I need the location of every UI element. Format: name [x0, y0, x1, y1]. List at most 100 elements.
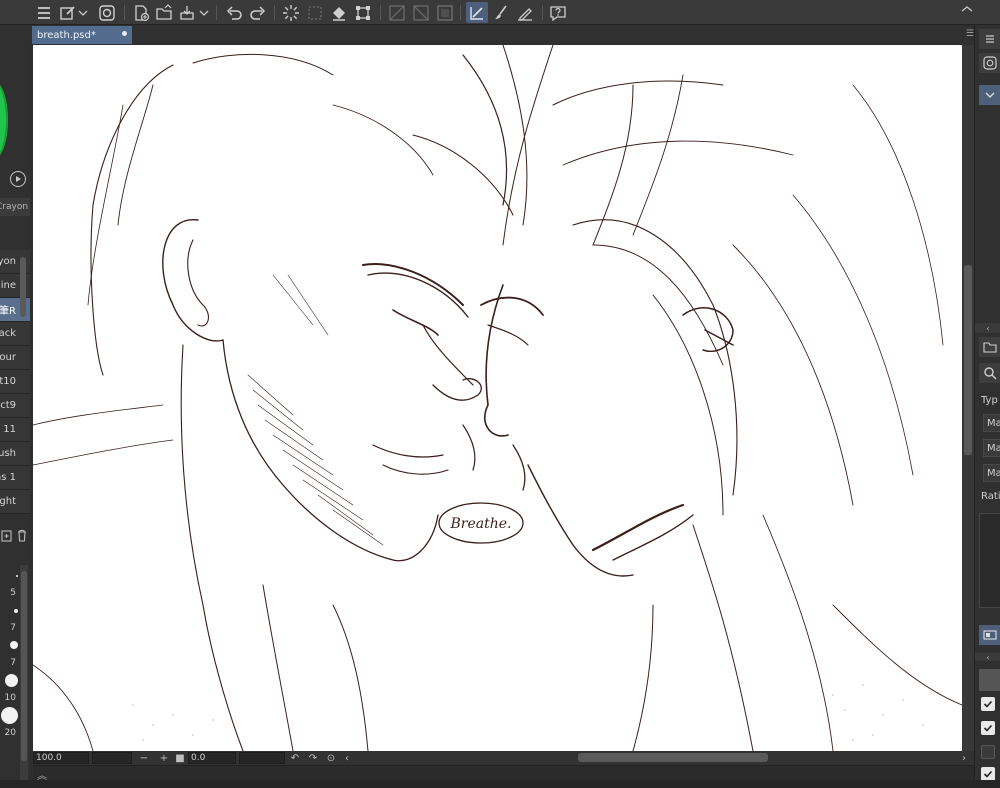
sub-tool-label: 鉛筆R: [0, 306, 16, 317]
help-icon[interactable]: [547, 2, 569, 23]
brush-size-item[interactable]: 7: [0, 600, 20, 635]
collapse-panel-icon[interactable]: ‹: [975, 653, 1000, 662]
tab-menu-icon[interactable]: ☰: [966, 29, 974, 39]
play-icon[interactable]: [10, 171, 26, 187]
collapse-toolbar-icon[interactable]: [960, 2, 974, 23]
checkbox-checked[interactable]: [981, 767, 995, 780]
new-canvas-icon[interactable]: [130, 2, 152, 23]
pen-pressure-icon[interactable]: [466, 2, 488, 23]
collapse-panel-icon[interactable]: ‹: [975, 323, 1000, 333]
sub-tool-item[interactable]: rush: [0, 442, 30, 466]
grid-icon[interactable]: [434, 2, 456, 23]
sub-tool-scrollbar[interactable]: [20, 257, 26, 317]
rotate-right-icon[interactable]: ↷: [307, 752, 319, 764]
checkbox-unchecked[interactable]: [981, 745, 995, 759]
sub-tool-item[interactable]: our: [0, 346, 30, 370]
angle-field[interactable]: 0.0: [188, 752, 236, 764]
right-properties-panel: ‹ Typ Ma Ma Ma Rati ‹: [974, 25, 1000, 780]
sketch-artwork: Breathe.: [33, 45, 962, 751]
app-window: breath.psd* ☰ Breathe. 100.0 − + ■ 0.0 ↶…: [0, 0, 1000, 788]
delete-icon[interactable]: [16, 529, 28, 542]
zoom-out-button[interactable]: −: [138, 752, 150, 764]
type-option-label: Ma: [987, 467, 1000, 479]
checkbox-checked[interactable]: [981, 721, 995, 735]
undo-icon[interactable]: [223, 2, 245, 23]
rotate-left-icon[interactable]: ↶: [289, 752, 301, 764]
window-bottom-edge: [0, 780, 1000, 788]
sub-tool-label: ack: [0, 328, 16, 339]
brush-size-list: 5 7 7 10 20: [0, 565, 20, 740]
color-wheel[interactable]: [0, 80, 8, 160]
copy-sub-tool-icon[interactable]: [1, 529, 13, 542]
checkbox-checked[interactable]: [981, 697, 995, 711]
sub-tool-item[interactable]: ect9: [0, 394, 30, 418]
sub-tool-label: ect9: [0, 400, 16, 411]
brush-size-item[interactable]: 20: [0, 705, 20, 740]
clip-studio-icon[interactable]: [96, 2, 118, 23]
open-icon[interactable]: [153, 2, 175, 23]
loading-icon[interactable]: [280, 2, 302, 23]
zoom-in-button[interactable]: +: [158, 752, 170, 764]
type-option[interactable]: Ma: [983, 464, 1000, 482]
dropdown-icon[interactable]: [77, 2, 89, 23]
close-tab-icon[interactable]: [122, 31, 127, 36]
layer-expand-icon[interactable]: [979, 85, 1000, 105]
new-folder-icon[interactable]: [979, 337, 1000, 357]
sub-tool-actions: [0, 525, 30, 545]
sub-tool-item[interactable]: k 11: [0, 418, 30, 442]
caption-text: Breathe.: [450, 516, 512, 532]
angle-slider[interactable]: [239, 752, 285, 764]
type-option[interactable]: Ma: [983, 414, 1000, 432]
sub-tool-label: our: [0, 352, 16, 363]
layer-thumb[interactable]: [979, 669, 1000, 691]
sub-tool-label: ct10: [0, 376, 16, 387]
sub-tool-item[interactable]: ight: [0, 490, 30, 514]
sub-tool-item[interactable]: ns 1: [0, 466, 30, 490]
plus-label: +: [159, 752, 169, 764]
canvas-horizontal-scrollbar[interactable]: [578, 753, 768, 762]
scroll-right-icon[interactable]: ›: [958, 752, 970, 764]
fit-icon[interactable]: ■: [174, 752, 186, 764]
display-mode-icon[interactable]: [979, 625, 1000, 645]
dropdown-icon[interactable]: [198, 2, 210, 23]
clip-studio-icon[interactable]: [979, 53, 1000, 73]
brush-stabilize-icon[interactable]: [490, 2, 512, 23]
layer-color-icon[interactable]: [57, 2, 79, 23]
brush-size-label: 7: [10, 623, 16, 633]
selection-icon[interactable]: [304, 2, 326, 23]
type-option[interactable]: Ma: [983, 439, 1000, 457]
sub-tool-item[interactable]: ct10: [0, 370, 30, 394]
zoom-slider[interactable]: [92, 752, 132, 764]
snap-special-icon[interactable]: [410, 2, 432, 23]
preview-box: [979, 513, 1000, 608]
brush-size-label: 5: [10, 588, 16, 598]
panel-menu-icon[interactable]: [979, 29, 1000, 49]
drawing-canvas[interactable]: Breathe.: [33, 45, 962, 751]
snap-ruler-icon[interactable]: [386, 2, 408, 23]
save-icon[interactable]: [176, 2, 198, 23]
tab-breath-psd[interactable]: breath.psd*: [32, 26, 132, 44]
fill-icon[interactable]: [328, 2, 350, 23]
transform-icon[interactable]: [352, 2, 374, 23]
sub-tool-tab-crayon[interactable]: Crayon: [0, 198, 30, 216]
brush-size-scrollbar[interactable]: [20, 565, 28, 780]
scroll-left-icon[interactable]: ‹: [341, 752, 353, 764]
type-option-label: Ma: [987, 442, 1000, 454]
pencil-settings-icon[interactable]: [514, 2, 536, 23]
brush-size-item[interactable]: 10: [0, 670, 20, 705]
menu-icon[interactable]: [33, 2, 55, 23]
brush-size-item[interactable]: 5: [0, 565, 20, 600]
crayon-tab-label: Crayon: [0, 202, 29, 212]
angle-value: 0.0: [191, 753, 206, 763]
search-icon[interactable]: [979, 363, 1000, 383]
brush-size-item[interactable]: 7: [0, 635, 20, 670]
type-label: Typ: [981, 395, 998, 406]
zoom-field[interactable]: 100.0: [33, 752, 89, 764]
reset-rotation-icon[interactable]: ⊙: [325, 752, 337, 764]
scroll-thumb[interactable]: [964, 265, 972, 455]
redo-icon[interactable]: [247, 2, 269, 23]
sub-tool-label: ns 1: [0, 472, 16, 483]
canvas-vertical-scrollbar[interactable]: [962, 45, 974, 751]
sub-tool-item[interactable]: ack: [0, 322, 30, 346]
sub-tool-label: rush: [0, 448, 16, 459]
